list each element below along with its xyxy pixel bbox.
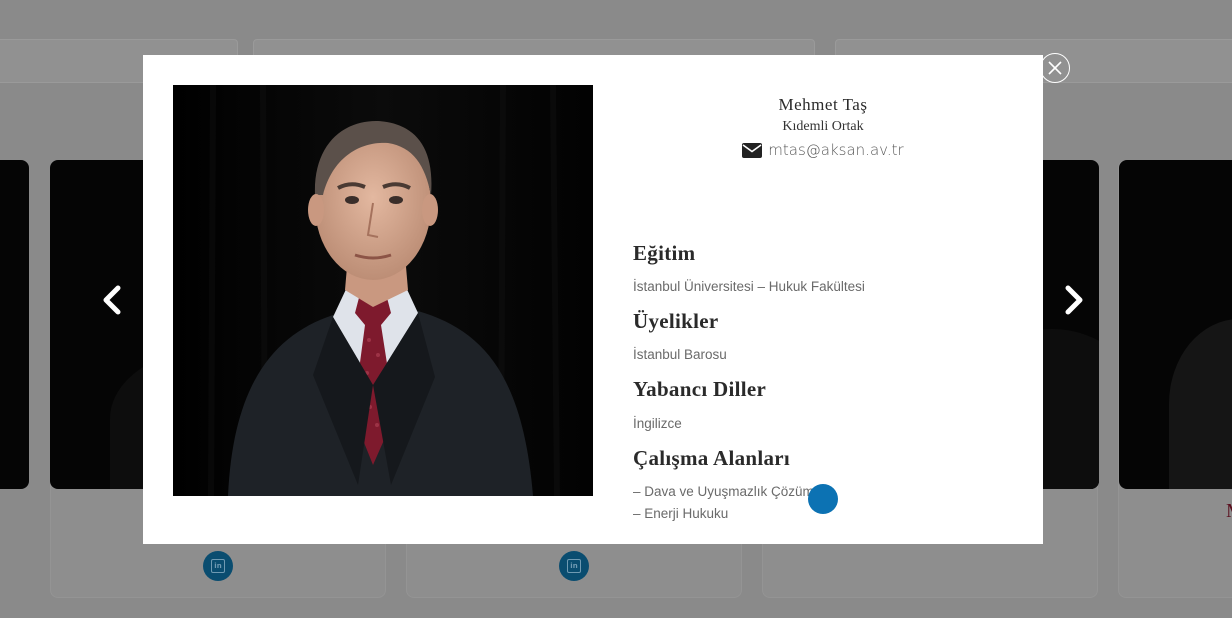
chevron-left-icon [103,285,121,315]
envelope-icon [742,142,763,158]
team-card-name: M [1226,500,1232,523]
email-row: mtas@aksan.av.tr [633,139,1013,161]
section-text-languages: İngilizce [633,416,682,431]
portrait-image [173,85,593,496]
chevron-right-icon [1065,285,1083,315]
section-heading-practice-areas: Çalışma Alanları [633,446,791,470]
person-name: Mehmet Taş [778,95,868,114]
section-text-memberships: İstanbul Barosu [633,347,727,362]
carousel-dot[interactable] [808,484,838,514]
next-button[interactable] [1055,282,1091,318]
person-title: Kıdemli Ortak [782,119,864,134]
profile-info: Mehmet Taş Kıdemli Ortak mtas@aksan.av.t… [633,95,1013,521]
prev-button[interactable] [95,282,131,318]
linkedin-icon: in [567,559,581,573]
linkedin-button[interactable]: in [559,551,589,581]
close-button[interactable] [1040,53,1070,83]
section-heading-memberships: Üyelikler [633,309,719,333]
email-link[interactable]: mtas@aksan.av.tr [768,141,903,159]
close-icon [1048,61,1062,75]
profile-photo [173,85,593,496]
section-heading-education: Eğitim [633,241,696,265]
linkedin-button[interactable]: in [203,551,233,581]
section-text-education: İstanbul Üniversitesi – Hukuk Fakültesi [633,279,865,294]
profile-modal: Mehmet Taş Kıdemli Ortak mtas@aksan.av.t… [143,55,1043,544]
section-heading-languages: Yabancı Diller [633,377,767,401]
team-card-photo [0,160,29,489]
linkedin-icon: in [211,559,225,573]
practice-area-item: – Enerji Hukuku [633,506,729,521]
team-card-photo [1119,160,1232,489]
practice-area-item: – Dava ve Uyuşmazlık Çözümü [633,484,822,499]
